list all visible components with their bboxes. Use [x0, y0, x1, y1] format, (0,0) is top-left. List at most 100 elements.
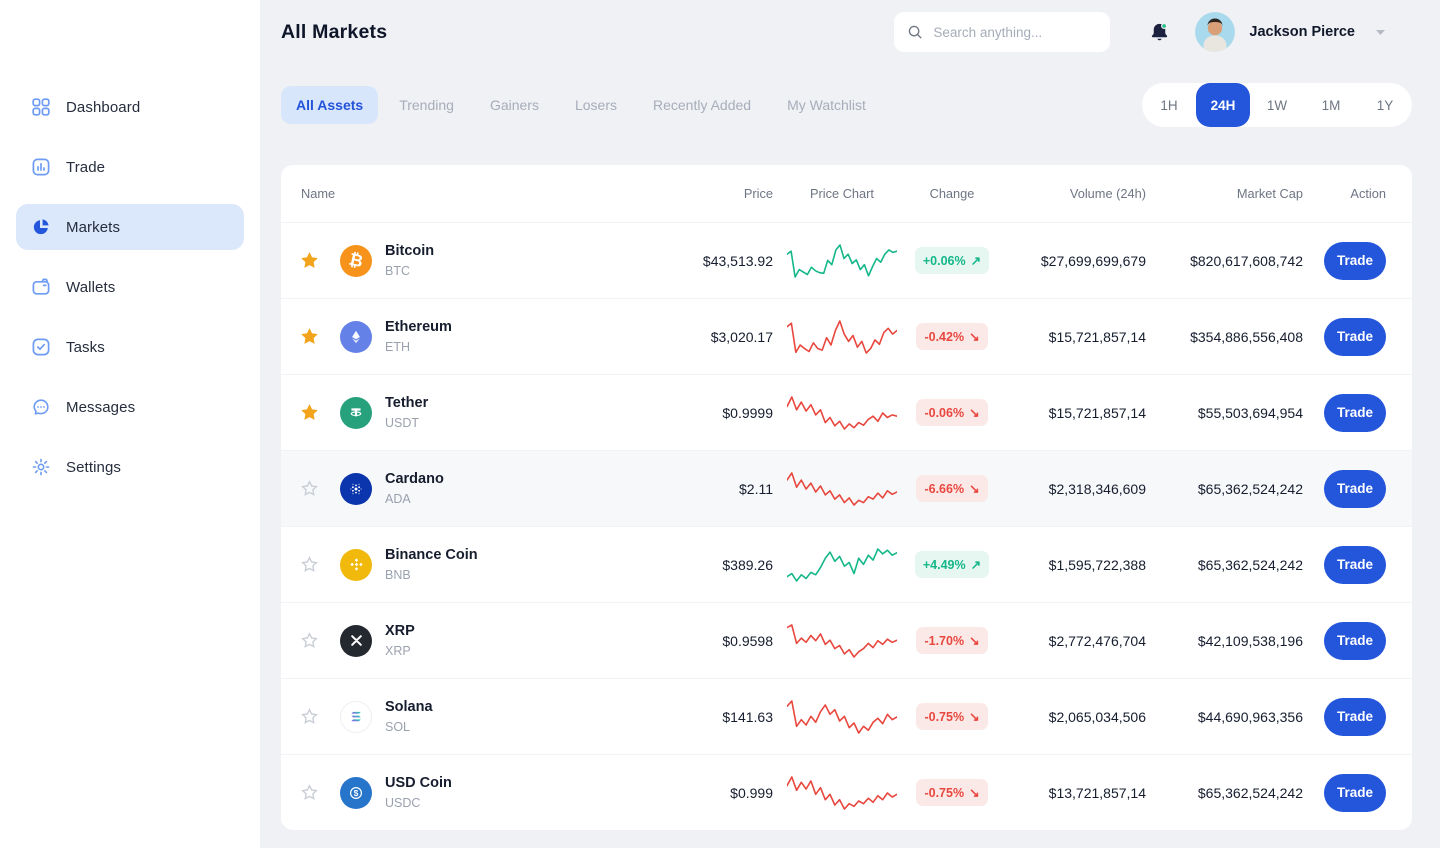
- table-row-sol[interactable]: Solana SOL $141.63 -0.75% ↘ $2,065,034,5…: [281, 678, 1412, 754]
- favorite-star-icon[interactable]: [301, 784, 337, 801]
- trade-button[interactable]: Trade: [1324, 318, 1386, 356]
- tab-losers[interactable]: Losers: [560, 86, 632, 124]
- favorite-star-icon[interactable]: [301, 328, 337, 345]
- favorite-star-icon[interactable]: [301, 480, 337, 497]
- sidebar-item-dashboard[interactable]: Dashboard: [16, 84, 244, 130]
- sidebar-item-tasks[interactable]: Tasks: [16, 324, 244, 370]
- price-sparkline: [773, 315, 911, 359]
- market-cap: $65,362,524,242: [1146, 481, 1303, 497]
- sidebar-item-label: Dashboard: [66, 99, 140, 116]
- coin-name: Bitcoin: [385, 243, 434, 259]
- market-cap: $65,362,524,242: [1146, 557, 1303, 573]
- coin-cell: ₿ Bitcoin BTC: [337, 243, 623, 278]
- tab-recently-added[interactable]: Recently Added: [638, 86, 766, 124]
- wallets-icon: [30, 276, 52, 298]
- coin-symbol: ETH: [385, 340, 452, 354]
- column-header-change: Change: [911, 186, 993, 201]
- trade-button[interactable]: Trade: [1324, 698, 1386, 736]
- change-value: -1.70%: [924, 634, 964, 648]
- time-filter-1w[interactable]: 1W: [1250, 83, 1304, 127]
- table-row-eth[interactable]: Ethereum ETH $3,020.17 -0.42% ↘ $15,721,…: [281, 298, 1412, 374]
- usdc-icon: $: [340, 777, 372, 809]
- coin-cell: Ethereum ETH: [337, 319, 623, 354]
- coin-symbol: ADA: [385, 492, 444, 506]
- notification-bell-icon[interactable]: [1148, 21, 1171, 44]
- sidebar-item-trade[interactable]: Trade: [16, 144, 244, 190]
- tab-trending[interactable]: Trending: [384, 86, 469, 124]
- sidebar-item-messages[interactable]: Messages: [16, 384, 244, 430]
- change-value: -0.06%: [924, 406, 964, 420]
- change-badge: +0.06% ↗: [915, 247, 989, 274]
- trade-button[interactable]: Trade: [1324, 394, 1386, 432]
- volume: $1,595,722,388: [993, 557, 1146, 573]
- table-row-xrp[interactable]: XRP XRP $0.9598 -1.70% ↘ $2,772,476,704 …: [281, 602, 1412, 678]
- coin-symbol: SOL: [385, 720, 433, 734]
- volume: $15,721,857,14: [993, 405, 1146, 421]
- column-header-market-cap: Market Cap: [1146, 186, 1303, 201]
- change-value: +4.49%: [923, 558, 966, 572]
- coin-cell: Solana SOL: [337, 699, 623, 734]
- search-box: [894, 12, 1110, 52]
- coin-cell: $ USD Coin USDC: [337, 775, 623, 810]
- time-filter-1m[interactable]: 1M: [1304, 83, 1358, 127]
- price: $389.26: [623, 557, 773, 573]
- favorite-star-icon[interactable]: [301, 404, 337, 421]
- trend-arrow-icon: ↗: [971, 253, 981, 268]
- trade-button[interactable]: Trade: [1324, 546, 1386, 584]
- time-filter-1h[interactable]: 1H: [1142, 83, 1196, 127]
- change-value: +0.06%: [923, 254, 966, 268]
- sidebar-item-wallets[interactable]: Wallets: [16, 264, 244, 310]
- favorite-star-icon[interactable]: [301, 252, 337, 269]
- table-row-usdt[interactable]: Tether USDT $0.9999 -0.06% ↘ $15,721,857…: [281, 374, 1412, 450]
- time-filter-24h[interactable]: 24H: [1196, 83, 1250, 127]
- change-value: -0.42%: [924, 330, 964, 344]
- trade-button[interactable]: Trade: [1324, 774, 1386, 812]
- trade-button[interactable]: Trade: [1324, 470, 1386, 508]
- favorite-star-icon[interactable]: [301, 632, 337, 649]
- favorite-star-icon[interactable]: [301, 556, 337, 573]
- price: $43,513.92: [623, 253, 773, 269]
- coin-name: Ethereum: [385, 319, 452, 335]
- time-filter-group: 1H24H1W1M1Y: [1142, 83, 1412, 127]
- price-sparkline: [773, 771, 911, 815]
- change-badge: -0.75% ↘: [916, 703, 987, 730]
- change-value: -0.75%: [924, 710, 964, 724]
- search-icon: [906, 23, 924, 41]
- trend-arrow-icon: ↘: [969, 785, 979, 800]
- tab-all-assets[interactable]: All Assets: [281, 86, 378, 124]
- trend-arrow-icon: ↗: [971, 557, 981, 572]
- search-input[interactable]: [933, 25, 1098, 40]
- avatar[interactable]: [1195, 12, 1235, 52]
- main-content: All Markets: [260, 0, 1440, 848]
- coin-cell: Cardano ADA: [337, 471, 623, 506]
- table-row-btc[interactable]: ₿ Bitcoin BTC $43,513.92 +0.06% ↗ $27,69…: [281, 222, 1412, 298]
- column-header-price: Price: [623, 186, 773, 201]
- market-cap: $65,362,524,242: [1146, 785, 1303, 801]
- table-row-bnb[interactable]: Binance Coin BNB $389.26 +4.49% ↗ $1,595…: [281, 526, 1412, 602]
- change-badge: -0.75% ↘: [916, 779, 987, 806]
- sidebar-item-settings[interactable]: Settings: [16, 444, 244, 490]
- sidebar-item-markets[interactable]: Markets: [16, 204, 244, 250]
- tab-gainers[interactable]: Gainers: [475, 86, 554, 124]
- coin-cell: XRP XRP: [337, 623, 623, 658]
- markets-table-card: NamePricePrice ChartChangeVolume (24h)Ma…: [281, 165, 1412, 830]
- messages-icon: [30, 396, 52, 418]
- time-filter-1y[interactable]: 1Y: [1358, 83, 1412, 127]
- trade-button[interactable]: Trade: [1324, 242, 1386, 280]
- trade-button[interactable]: Trade: [1324, 622, 1386, 660]
- favorite-star-icon[interactable]: [301, 708, 337, 725]
- volume: $27,699,699,679: [993, 253, 1146, 269]
- volume: $2,065,034,506: [993, 709, 1146, 725]
- chevron-down-icon[interactable]: [1375, 29, 1386, 36]
- price: $141.63: [623, 709, 773, 725]
- coin-symbol: BTC: [385, 264, 434, 278]
- coin-name: Binance Coin: [385, 547, 478, 563]
- change-badge: -0.06% ↘: [916, 399, 987, 426]
- table-row-ada[interactable]: Cardano ADA $2.11 -6.66% ↘ $2,318,346,60…: [281, 450, 1412, 526]
- tab-my-watchlist[interactable]: My Watchlist: [772, 86, 881, 124]
- coin-cell: Tether USDT: [337, 395, 623, 430]
- sidebar-item-label: Wallets: [66, 279, 115, 296]
- svg-text:$: $: [354, 788, 359, 798]
- table-row-usdc[interactable]: $ USD Coin USDC $0.999 -0.75% ↘ $13,721,…: [281, 754, 1412, 830]
- page-title: All Markets: [281, 21, 387, 44]
